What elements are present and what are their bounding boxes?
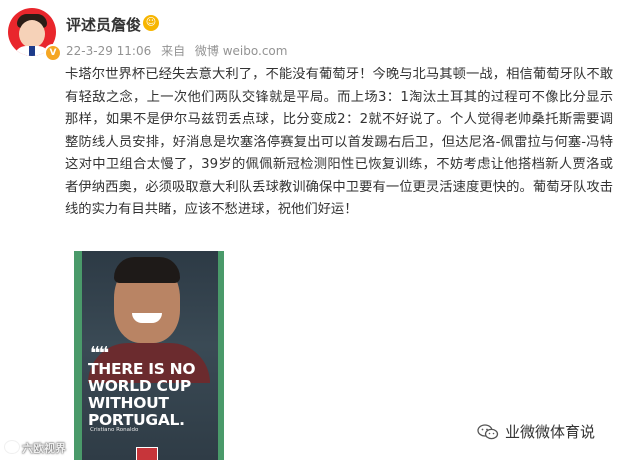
author-name[interactable]: 评述员詹俊 bbox=[66, 14, 141, 35]
post-source[interactable]: 微博 weibo.com bbox=[195, 44, 288, 58]
verified-badge-icon: V bbox=[44, 44, 62, 62]
watermark-left: 六欧视界 bbox=[4, 440, 66, 456]
post-meta: 22-3-29 11:06 来自 微博 weibo.com bbox=[66, 42, 293, 59]
image-caption: Cristiano Ronaldo bbox=[90, 427, 139, 433]
watermark-right-text: 业微微体育说 bbox=[505, 423, 596, 441]
image-slogan: THERE IS NO WORLD CUP WITHOUT PORTUGAL. bbox=[88, 360, 196, 429]
source-prefix: 来自 bbox=[161, 44, 186, 58]
vip-icon: ☺ bbox=[143, 15, 159, 31]
watermark-right: 业微微体育说 bbox=[477, 421, 595, 442]
eye-logo-icon bbox=[4, 440, 20, 454]
post-body-text: 卡塔尔世界杯已经失去意大利了，不能没有葡萄牙！今晚与北马其顿一战，相信葡萄牙队不… bbox=[65, 67, 613, 217]
watermark-left-text: 六欧视界 bbox=[22, 442, 66, 455]
image-accent-bar bbox=[218, 251, 224, 460]
pitch-goal-icon bbox=[136, 447, 158, 460]
player-hair bbox=[114, 257, 180, 283]
post-date: 22-3-29 11:06 bbox=[66, 44, 152, 58]
post-image[interactable]: ❝❝ THERE IS NO WORLD CUP WITHOUT PORTUGA… bbox=[74, 251, 224, 460]
wechat-icon bbox=[477, 424, 499, 440]
image-accent-bar bbox=[74, 251, 82, 460]
